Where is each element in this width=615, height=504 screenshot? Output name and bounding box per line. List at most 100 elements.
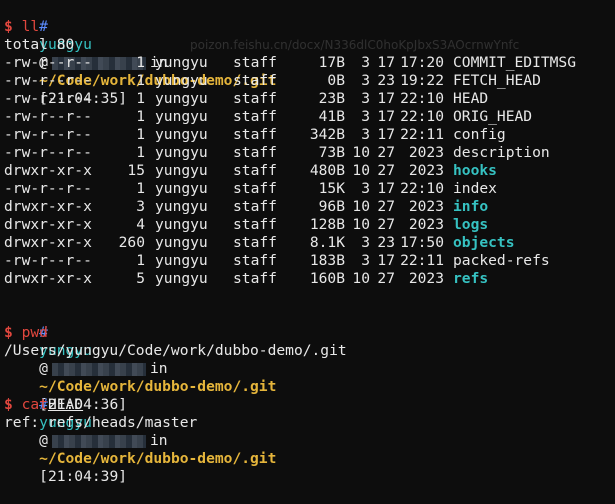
file-size: 15K [318,180,345,197]
file-owner: yungyu [155,234,208,251]
file-name: info [453,198,489,215]
file-day: 17 [377,108,395,125]
file-link-count: 1 [136,126,145,143]
file-row: drwxr-xr-x 3 yungyu staff 96B 10 27 2023 info [4,198,615,216]
file-time: 22:10 [400,108,444,125]
file-row: -rw-r--r-- 1 yungyu staff 0B 3 23 19:22 FETCH_HE… [4,72,615,90]
file-group: staff [233,144,277,161]
file-name: HEAD [453,90,489,107]
file-month: 3 [361,108,370,125]
file-link-count: 3 [136,198,145,215]
prompt-symbol: $ [4,18,13,35]
file-owner: yungyu [155,108,208,125]
cat-output: ref: refs/heads/master [4,414,198,431]
command-text: ll [21,18,40,35]
file-time: 2023 [408,162,444,179]
file-owner: yungyu [155,144,208,161]
redacted-hostname [51,362,146,376]
file-day: 17 [377,180,395,197]
file-month: 10 [352,216,370,233]
file-group: staff [233,234,277,251]
file-name: packed-refs [453,252,550,269]
file-owner: yungyu [155,198,208,215]
file-link-count: 4 [136,216,145,233]
file-size: 8.1K [309,234,345,251]
file-day: 23 [377,234,395,251]
file-name: config [453,126,506,143]
file-owner: yungyu [155,270,208,287]
file-day: 27 [377,216,395,233]
file-day: 17 [377,252,395,269]
redacted-hostname [51,434,146,448]
file-group: staff [233,162,277,179]
file-permissions: -rw-r--r-- [4,54,92,71]
file-permissions: -rw-r--r-- [4,252,92,269]
file-row: drwxr-xr-x 260 yungyu staff 8.1K 3 23 17:50 obje… [4,234,615,252]
file-month: 3 [361,180,370,197]
file-group: staff [233,126,277,143]
file-day: 27 [377,198,395,215]
file-day: 17 [377,90,395,107]
file-row: -rw-r--r-- 1 yungyu staff 183B 3 17 22:11 packed… [4,252,615,270]
file-name: description [453,144,550,161]
file-group: staff [233,198,277,215]
file-name: logs [453,216,489,233]
file-name: FETCH_HEAD [453,72,541,89]
file-time: 2023 [408,216,444,233]
file-month: 3 [361,252,370,269]
file-row: -rw-r--r-- 1 yungyu staff 342B 3 17 22:11 config [4,126,615,144]
file-link-count: 1 [136,180,145,197]
file-time: 19:22 [400,72,444,89]
file-link-count: 260 [118,234,145,251]
file-size: 73B [318,144,345,161]
file-row: -rw-r--r-- 1 yungyu staff 23B 3 17 22:10 HEAD [4,90,615,108]
file-link-count: 1 [136,144,145,161]
file-size: 160B [309,270,345,287]
file-permissions: -rw-r--r-- [4,72,92,89]
file-row: -rw-r--r-- 1 yungyu staff 73B 10 27 2023 descrip… [4,144,615,162]
file-month: 3 [361,72,370,89]
file-size: 96B [318,198,345,215]
file-month: 3 [361,126,370,143]
file-time: 2023 [408,270,444,287]
file-name: ORIG_HEAD [453,108,533,125]
file-owner: yungyu [155,72,208,89]
prompt-symbol: $ [4,324,13,341]
file-row: drwxr-xr-x 5 yungyu staff 160B 10 27 2023 refs [4,270,615,288]
file-size: 17B [318,54,345,71]
prompt-at: @ [39,360,48,377]
file-row: drwxr-xr-x 15 yungyu staff 480B 10 27 2023 hooks [4,162,615,180]
file-name: index [453,180,497,197]
file-size: 183B [309,252,345,269]
file-time: 17:50 [400,234,444,251]
prompt-path: ~/Code/work/dubbo-demo/.git [39,450,277,467]
file-group: staff [233,180,277,197]
file-day: 23 [377,72,395,89]
file-link-count: 15 [127,162,145,179]
prompt-time: [21:04:39] [39,468,128,485]
file-day: 17 [377,126,395,143]
prompt-header: # yungyu @ in ~/Code/work/dubbo-demo/.git… [4,378,615,485]
file-month: 10 [352,198,370,215]
file-day: 27 [377,162,395,179]
file-day: 27 [377,270,395,287]
prompt-symbol: $ [4,396,13,413]
file-name: refs [453,270,489,287]
terminal-window[interactable]: poizon.feishu.cn/docx/N336dlC0hoKpJbxS3A… [0,0,615,485]
ll-total: total 80 [4,36,75,53]
file-time: 22:10 [400,180,444,197]
command-text: cat [21,396,48,413]
file-permissions: drwxr-xr-x [4,234,92,251]
file-time: 17:20 [400,54,444,71]
file-link-count: 1 [136,72,145,89]
file-permissions: drwxr-xr-x [4,198,92,215]
file-month: 3 [361,54,370,71]
prompt-command-line: $ ll [4,18,615,36]
file-month: 10 [352,144,370,161]
command-argument: HEAD [47,396,84,413]
file-permissions: drwxr-xr-x [4,162,92,179]
file-row: drwxr-xr-x 4 yungyu staff 128B 10 27 2023 logs [4,216,615,234]
file-day: 27 [377,144,395,161]
file-month: 3 [361,234,370,251]
file-owner: yungyu [155,216,208,233]
